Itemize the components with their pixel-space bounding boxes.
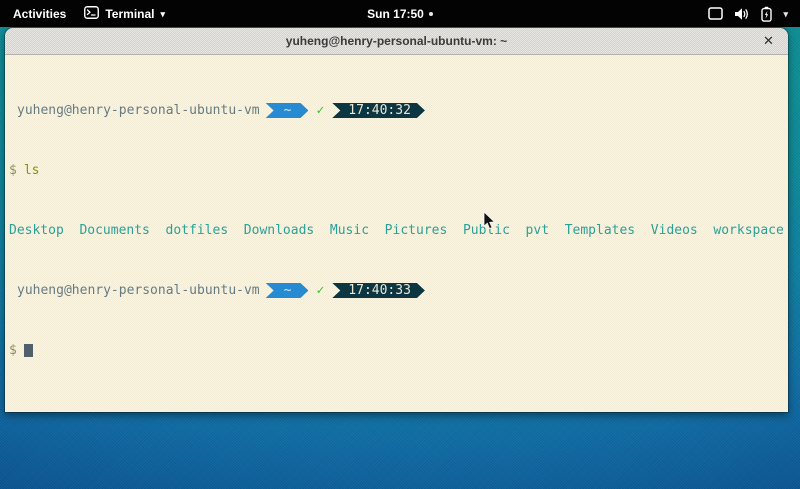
prompt-cwd-segment: ~: [266, 103, 309, 118]
status-check-icon: ✓: [316, 103, 324, 118]
system-status-area[interactable]: ▾: [700, 0, 800, 27]
prompt-symbol: $: [9, 343, 17, 358]
terminal-cursor: [24, 344, 33, 357]
prompt-line-1: yuheng@henry-personal-ubuntu-vm ~ ✓ 17:4…: [9, 103, 784, 118]
prompt-cwd-segment: ~: [266, 283, 309, 298]
window-titlebar[interactable]: yuheng@henry-personal-ubuntu-vm: ~ ✕: [5, 28, 788, 55]
typed-command: ls: [24, 163, 40, 178]
chevron-down-icon: ▾: [160, 10, 165, 19]
app-menu-button[interactable]: Terminal ▾: [84, 6, 165, 22]
command-line-2: $: [9, 343, 784, 358]
prompt-symbol: $: [9, 163, 17, 178]
window-title: yuheng@henry-personal-ubuntu-vm: ~: [286, 34, 507, 48]
clock-button[interactable]: Sun 17:50: [367, 7, 424, 21]
app-menu-label: Terminal: [105, 7, 154, 21]
terminal-content[interactable]: yuheng@henry-personal-ubuntu-vm ~ ✓ 17:4…: [5, 55, 788, 412]
screen-icon: [708, 7, 723, 20]
prompt-user-host: yuheng@henry-personal-ubuntu-vm: [9, 103, 260, 118]
status-check-icon: ✓: [316, 283, 324, 298]
chevron-down-icon: ▾: [783, 9, 788, 20]
desktop: Activities Terminal ▾ Sun 17:50: [0, 0, 800, 489]
notification-dot: [429, 12, 433, 16]
prompt-line-2: yuheng@henry-personal-ubuntu-vm ~ ✓ 17:4…: [9, 283, 784, 298]
ls-output-line: Desktop Documents dotfiles Downloads Mus…: [9, 223, 784, 238]
battery-charging-icon: [761, 6, 772, 22]
directory-listing: Desktop Documents dotfiles Downloads Mus…: [9, 223, 784, 238]
command-line-1: $ ls: [9, 163, 784, 178]
close-icon[interactable]: ✕: [758, 31, 779, 52]
activities-button[interactable]: Activities: [9, 5, 70, 23]
gnome-top-bar: Activities Terminal ▾ Sun 17:50: [0, 0, 800, 27]
prompt-user-host: yuheng@henry-personal-ubuntu-vm: [9, 283, 260, 298]
terminal-window: yuheng@henry-personal-ubuntu-vm: ~ ✕ yuh…: [5, 28, 788, 412]
prompt-time-segment: 17:40:33: [332, 283, 425, 298]
volume-icon: [734, 7, 750, 21]
terminal-app-icon: [84, 6, 99, 22]
prompt-time-segment: 17:40:32: [332, 103, 425, 118]
